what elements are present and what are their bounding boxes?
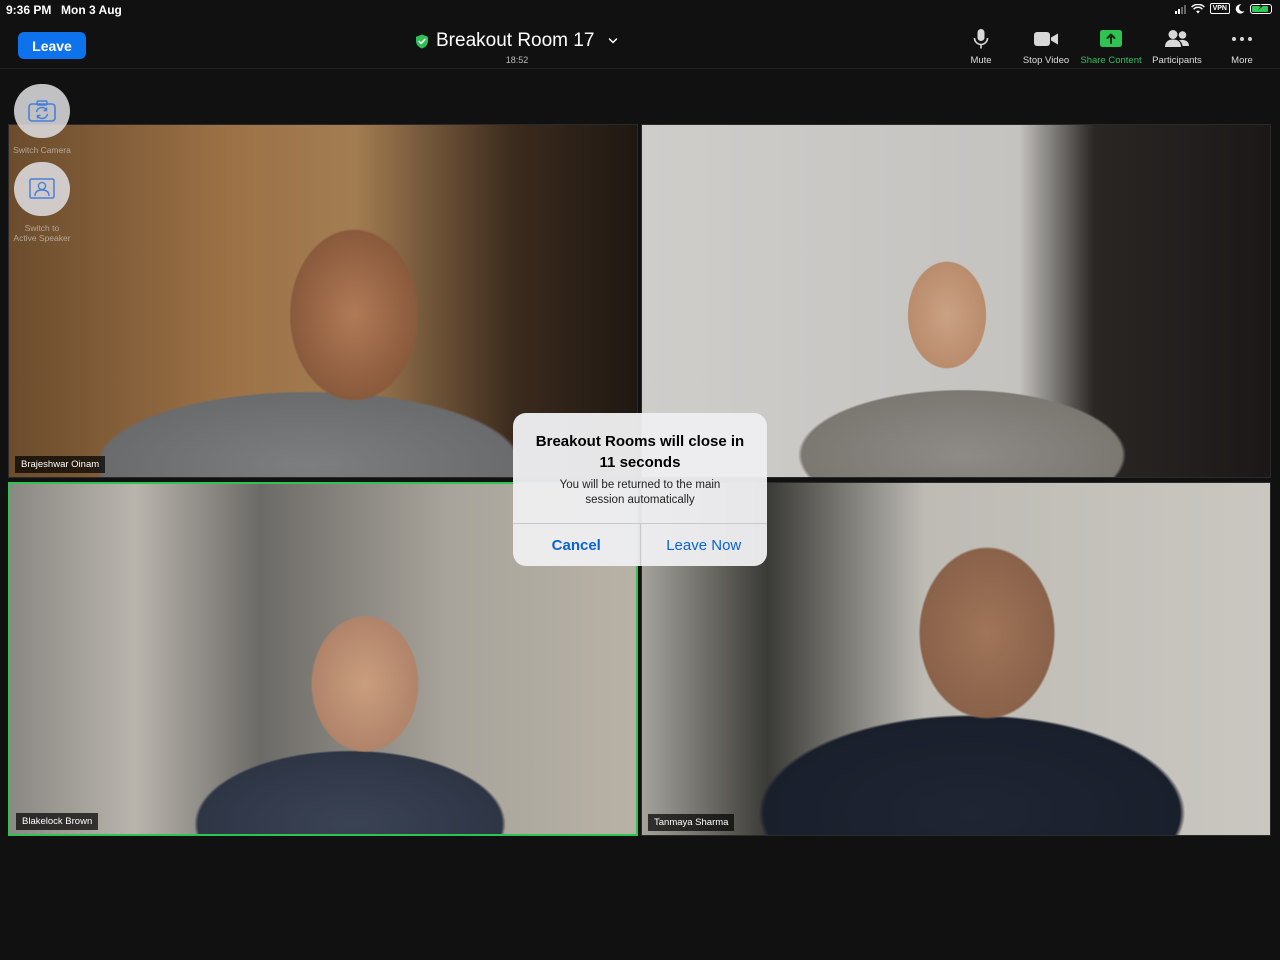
- wifi-icon: [1190, 3, 1205, 13]
- toolbar-divider: [0, 68, 1280, 69]
- chevron-down-icon: [609, 38, 618, 44]
- alert-title-line1: Breakout Rooms will close in: [535, 433, 745, 450]
- share-screen-icon: [1100, 30, 1122, 47]
- share-content-label: Share Content: [1080, 55, 1142, 66]
- alert-actions: Cancel Leave Now: [513, 523, 767, 566]
- switch-camera-button[interactable]: [14, 84, 70, 138]
- participants-icon: [1165, 30, 1189, 47]
- cellular-signal-icon: [1174, 4, 1186, 14]
- room-title-dropdown[interactable]: Breakout Room 17: [415, 30, 619, 52]
- moon-icon: [1235, 3, 1245, 14]
- participant-name-tag: Brajeshwar Oinam: [15, 456, 106, 473]
- more-button[interactable]: More: [1207, 28, 1277, 66]
- more-dots-icon: [1232, 37, 1252, 41]
- switch-camera-icon: [28, 100, 56, 122]
- participants-label: Participants: [1152, 55, 1202, 66]
- alert-message: You will be returned to the main session…: [527, 478, 753, 508]
- more-label: More: [1231, 55, 1253, 66]
- active-speaker-icon: [29, 178, 55, 199]
- microphone-icon: [973, 29, 989, 49]
- cancel-button[interactable]: Cancel: [513, 524, 641, 566]
- switch-camera-label: Switch Camera: [13, 145, 71, 155]
- stop-video-button[interactable]: Stop Video: [1011, 28, 1081, 66]
- alert-message-line2: session automatically: [585, 494, 695, 506]
- stop-video-label: Stop Video: [1022, 55, 1070, 66]
- alert-message-line1: You will be returned to the main: [559, 479, 721, 491]
- vpn-badge: VPN: [1209, 3, 1230, 14]
- status-time: 9:36 PM: [6, 3, 52, 17]
- meeting-timer: 18:52: [505, 55, 529, 65]
- share-content-button[interactable]: Share Content: [1076, 28, 1146, 66]
- alert-title: Breakout Rooms will close in 11 seconds: [525, 431, 755, 473]
- battery-icon: ⚡: [1250, 2, 1272, 14]
- participant-name-tag: Blakelock Brown: [16, 813, 99, 830]
- switch-active-speaker-label: Switch to Active Speaker: [6, 223, 78, 243]
- room-title: Breakout Room 17: [436, 30, 595, 51]
- switch-speaker-label-line1: Switch to: [24, 223, 60, 233]
- participants-button[interactable]: Participants: [1142, 28, 1212, 66]
- status-icons: VPN ⚡: [1174, 2, 1272, 14]
- participant-name-tag: Tanmaya Sharma: [648, 814, 735, 831]
- breakout-closing-alert: Breakout Rooms will close in 11 seconds …: [513, 413, 767, 566]
- video-camera-icon: [1034, 32, 1058, 46]
- switch-speaker-label-line2: Active Speaker: [13, 233, 71, 243]
- leave-button[interactable]: Leave: [18, 32, 86, 59]
- mute-button[interactable]: Mute: [946, 28, 1016, 66]
- alert-title-line2: 11 seconds: [599, 454, 681, 471]
- status-date: Mon 3 Aug: [61, 3, 122, 17]
- leave-now-button[interactable]: Leave Now: [641, 524, 768, 566]
- mute-label: Mute: [970, 55, 992, 66]
- switch-active-speaker-button[interactable]: [14, 162, 70, 216]
- status-bar: 9:36 PM Mon 3 Aug VPN ⚡: [0, 0, 1280, 20]
- shield-check-icon: [416, 34, 428, 48]
